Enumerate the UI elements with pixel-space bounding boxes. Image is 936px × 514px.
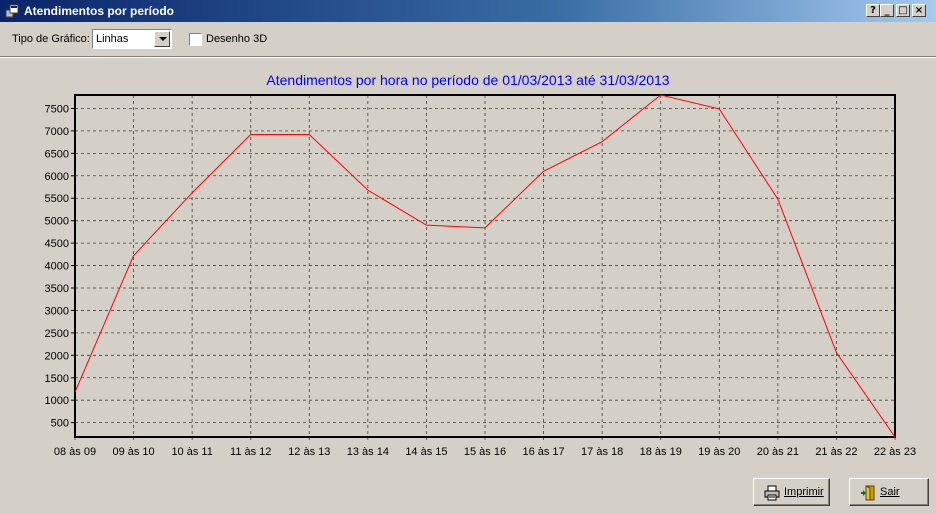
chevron-down-icon[interactable] [154,31,170,47]
chart-title: Atendimentos por hora no período de 01/0… [266,72,669,88]
x-tick-label: 08 às 09 [54,446,96,458]
y-tick-label: 4000 [45,261,69,273]
x-tick-label: 09 às 10 [112,446,154,458]
y-tick-label: 5500 [45,193,69,205]
line-chart: Atendimentos por hora no período de 01/0… [45,72,917,458]
y-tick-label: 4500 [45,238,69,250]
x-tick-label: 19 às 20 [698,446,740,458]
app-icon [5,4,19,18]
x-tick-label: 13 às 14 [347,446,389,458]
maximize-button[interactable]: □ [896,4,910,17]
printer-icon [764,485,780,501]
draw3d-label: Desenho 3D [206,33,268,45]
y-axis: 500 1000 1500 2000 2500 3000 3500 4000 4500 5000 5… [45,103,75,430]
x-axis: 08 às 09 09 às 10 10 às 11 11 às 12 12 às 13… [54,446,916,458]
x-tick-label: 14 às 15 [405,446,447,458]
x-tick-label: 16 às 17 [522,446,564,458]
draw3d-checkbox[interactable] [189,33,202,46]
x-tick-label: 18 às 19 [640,446,682,458]
x-tick-label: 22 às 23 [874,446,916,458]
chart-type-value: Linhas [96,33,129,45]
exit-button[interactable]: Sair [849,478,929,506]
minimize-button[interactable]: _ [880,4,894,17]
y-tick-label: 6000 [45,171,69,183]
y-tick-label: 3500 [45,283,69,295]
y-tick-label: 500 [51,418,69,430]
chart-type-label: Tipo de Gráfico: [12,33,90,45]
y-tick-label: 1500 [45,373,69,385]
x-tick-label: 10 às 11 [171,446,212,458]
window-title: Atendimentos por período [24,4,174,18]
help-button[interactable]: ? [866,4,880,17]
chart-type-select[interactable]: Linhas [92,29,172,49]
y-tick-label: 2000 [45,350,69,362]
close-button[interactable]: × [912,4,926,17]
x-tick-label: 11 às 12 [230,446,271,458]
x-tick-label: 17 às 18 [581,446,623,458]
x-tick-label: 12 às 13 [288,446,330,458]
y-tick-label: 1000 [45,395,69,407]
y-tick-label: 6500 [45,148,69,160]
print-label: Imprimir [784,486,824,498]
x-tick-label: 20 às 21 [757,446,799,458]
exit-label: Sair [880,486,900,498]
chart-grid [74,95,896,441]
y-tick-label: 5000 [45,216,69,228]
y-tick-label: 7500 [45,103,69,115]
x-tick-label: 15 às 16 [464,446,506,458]
y-tick-label: 2500 [45,328,69,340]
print-button[interactable]: Imprimir [753,478,830,506]
y-tick-label: 3000 [45,305,69,317]
x-tick-label: 21 às 22 [815,446,857,458]
exit-door-icon [861,485,875,501]
title-bar: Atendimentos por período ? _ □ × [0,0,936,22]
y-tick-label: 7000 [45,126,69,138]
